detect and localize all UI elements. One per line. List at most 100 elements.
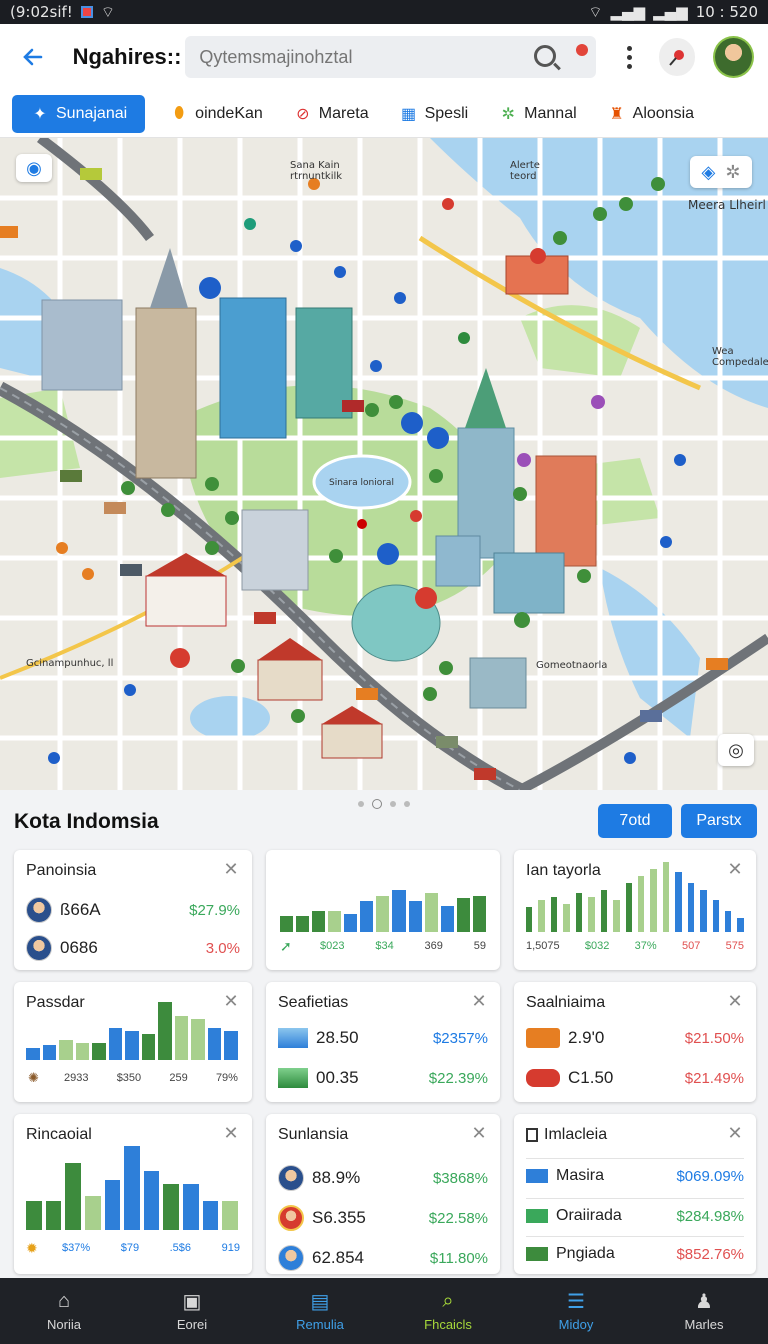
chart-card-passdar[interactable]: Passdar ✕ ✺ 2933 $350 259 79% — [14, 982, 252, 1102]
chip-mareta[interactable]: ⊘ Mareta — [287, 95, 375, 133]
list-card-imlacleia[interactable]: Imlacleia ✕ Masira $069.09% Oraiirada $284… — [514, 1114, 756, 1274]
row-label: Pngiada — [556, 1245, 615, 1262]
stat-card-sunlansia[interactable]: Sunlansia ✕ 88.9% $3868% S6.355 $22.58% 62… — [266, 1114, 500, 1274]
sun-icon: ✹ — [26, 1240, 38, 1256]
axis-label: 369 — [424, 940, 443, 952]
row-value: 0686 — [60, 938, 98, 957]
row-value: S6.355 — [312, 1208, 366, 1227]
chip-label: Aloonsia — [632, 104, 695, 122]
document-icon — [526, 1128, 538, 1142]
chart-bar — [538, 900, 545, 932]
chart-bar — [207, 1028, 222, 1060]
divider — [526, 1236, 744, 1237]
pond — [190, 696, 270, 740]
row-percent: $11.80% — [429, 1249, 488, 1267]
category-chips: ✦ Sunajanai ⬮ oindeKan ⊘ Mareta ▦ Spesli… — [0, 90, 768, 138]
stat-card-saalniaima[interactable]: Saalniaima ✕ 2.9'0 $21.50% C1.50 $21.49% — [514, 982, 756, 1102]
axis-label: 575 — [725, 940, 744, 952]
chart-bar — [158, 1002, 172, 1060]
chart-card-rincaoial[interactable]: Rincaoial ✕ ✹ $37% $79 .5$6 919 — [14, 1114, 252, 1274]
section-title: Kota Indomsia — [14, 810, 159, 833]
close-icon[interactable]: ✕ — [726, 992, 744, 1010]
record-icon[interactable] — [575, 44, 588, 56]
nav-remulia[interactable]: ▤ Remulia — [270, 1291, 370, 1332]
status-time: (9:02sif! — [10, 3, 73, 21]
chart-bar — [26, 1048, 40, 1060]
chart-bar — [662, 862, 670, 932]
filter-button-1[interactable]: 7otd — [598, 804, 672, 838]
stat-card-panoinsia[interactable]: Panoinsia ✕ ß66A $27.9% 0686 3.0% — [14, 850, 252, 970]
row-percent: $21.50% — [684, 1029, 744, 1047]
chart-bar — [526, 907, 533, 932]
map-label-meera: Meera Llheirl — [688, 198, 766, 212]
status-bar: (9:02sif! ⌔ ⌔ ▂▄▆ ▂▄▆ 10 : 520 — [0, 0, 768, 24]
card-title: Panoinsia — [26, 862, 97, 879]
restaurant-icon: ⊘ — [296, 105, 310, 123]
filter-button-2[interactable]: Parstx — [681, 804, 757, 838]
avatar — [26, 897, 52, 923]
chip-mannal[interactable]: ✲ Mannal — [492, 95, 582, 133]
chart-axis: $37% $79 .5$6 919 — [62, 1242, 240, 1254]
chart-bar — [456, 898, 470, 932]
bird-icon: ✺ — [28, 1070, 39, 1085]
map-label-wea: Wea Compedale — [712, 346, 768, 368]
axis-label: $023 — [320, 940, 345, 952]
wifi-icon: ⌔ — [100, 2, 115, 21]
stat-card-seafietias[interactable]: Seafietias ✕ 28.50 $2357% 00.35 $22.39% — [266, 982, 500, 1102]
row-value: 2.9'0 — [568, 1028, 605, 1047]
more-menu-button[interactable] — [618, 45, 641, 69]
chart-card-2[interactable]: ➚ $023 $34 369 59 — [266, 850, 500, 970]
pin-icon — [669, 50, 684, 66]
chip-aloonsia[interactable]: ♜ Aloonsia — [601, 95, 700, 133]
search-bar[interactable] — [185, 36, 596, 78]
chart-bar — [392, 890, 406, 932]
chart-bar — [84, 1196, 101, 1230]
chart-card-iantayorla[interactable]: Ian tayorla ✕ 1,5075 $032 37% 507 575 — [514, 850, 756, 970]
map-view[interactable]: ◉ ◈ ✲ ◎ Sana Kain rtrnuntkilk Alerte teo… — [0, 138, 768, 790]
row-percent: $21.49% — [684, 1069, 744, 1087]
nav-midoy[interactable]: ☰ Midoy — [526, 1291, 626, 1332]
chip-spesli[interactable]: ▦ Spesli — [393, 95, 475, 133]
search-icon[interactable] — [533, 45, 556, 67]
chart-bar — [700, 890, 707, 932]
card-title: Sunlansia — [278, 1126, 349, 1143]
chip-label: Mareta — [318, 104, 369, 122]
chart-bar — [575, 893, 583, 932]
nav-fhcaicls[interactable]: ⌕ Fhcaicls — [398, 1290, 498, 1332]
map-layer-controls[interactable]: ◈ ✲ — [690, 156, 752, 188]
nav-home[interactable]: ⌂ Noriia — [14, 1290, 114, 1332]
back-button[interactable] — [14, 37, 53, 77]
chart-icon: ▤ — [310, 1291, 330, 1313]
close-icon[interactable]: ✕ — [726, 1124, 744, 1142]
close-icon[interactable]: ✕ — [470, 992, 488, 1010]
nav-label: Eorei — [176, 1316, 208, 1332]
row-percent: $2357% — [432, 1029, 488, 1047]
chip-oindekan[interactable]: ⬮ oindeKan — [163, 95, 269, 133]
search-input[interactable] — [199, 46, 520, 68]
chat-icon: ◉ — [26, 157, 42, 178]
avatar[interactable] — [713, 36, 754, 78]
chart-bar — [712, 900, 719, 932]
nav-label: Midoy — [558, 1316, 594, 1332]
map-chat-button[interactable]: ◉ — [16, 154, 52, 182]
close-icon[interactable]: ✕ — [222, 860, 240, 878]
nav-marles[interactable]: ♟ Marles — [654, 1291, 754, 1332]
map-location-button[interactable]: ◎ — [718, 734, 754, 766]
row-percent: $22.39% — [428, 1069, 488, 1087]
map-label-alert: Alerte teord — [510, 160, 540, 182]
nav-eorei[interactable]: ▣ Eorei — [142, 1291, 242, 1332]
chip-label: Spesli — [424, 104, 469, 122]
axis-label: 919 — [221, 1242, 240, 1254]
map-canvas[interactable] — [0, 138, 768, 790]
row-value: 28.50 — [316, 1028, 359, 1047]
chip-label: oindeKan — [195, 104, 263, 122]
chart-bar — [108, 1028, 123, 1060]
divider — [526, 1198, 744, 1199]
close-icon[interactable]: ✕ — [470, 1124, 488, 1142]
pin-icon: ⬮ — [174, 104, 185, 122]
axis-label: 79% — [215, 1072, 238, 1084]
chip-sunajanai[interactable]: ✦ Sunajanai — [12, 94, 146, 133]
location-pin-button[interactable] — [658, 38, 696, 76]
search-icon: ⌕ — [442, 1290, 454, 1312]
close-icon[interactable]: ✕ — [222, 1124, 240, 1142]
